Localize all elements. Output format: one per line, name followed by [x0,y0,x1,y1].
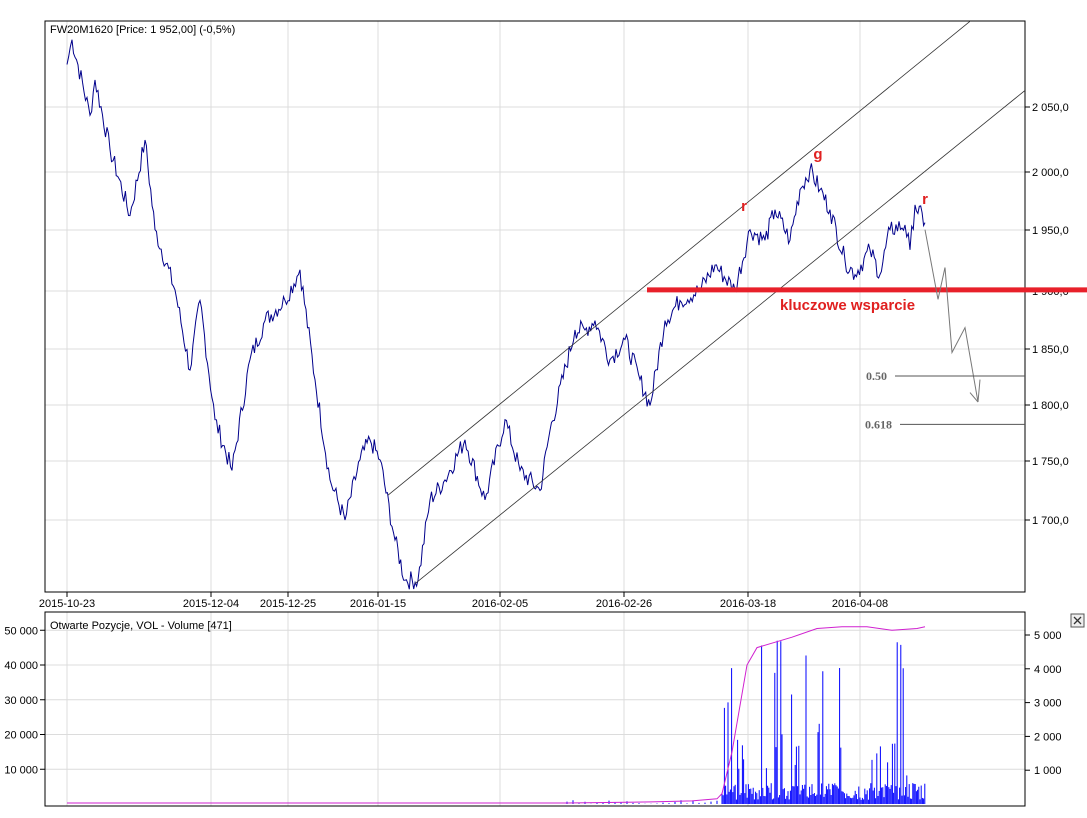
wave-label: r [922,191,928,208]
x-tick-label: 2016-01-15 [350,598,406,610]
left-y-tick-label: 50 000 [4,625,38,637]
x-tick-label: 2016-04-08 [832,598,888,610]
x-tick-label: 2015-10-23 [39,598,95,610]
volume-grid [45,612,1025,806]
wave-label: g [813,146,822,163]
x-tick-label: 2016-03-18 [720,598,776,610]
right-y-tick-label: 1 000 [1034,765,1062,777]
x-tick-label: 2015-12-04 [183,598,239,610]
y-tick-label: 2 000,0 [1032,167,1069,179]
left-y-tick-label: 10 000 [4,764,38,776]
volume-panel-frame [44,611,1026,807]
wave-label: r [741,198,747,215]
support-label: kluczowe wsparcie [780,297,915,314]
y-tick-label: 1 850,0 [1032,344,1069,356]
left-y-tick-label: 40 000 [4,660,38,672]
x-tick-label: 2016-02-26 [596,598,652,610]
price-chart-title: FW20M1620 [Price: 1 952,00] (-0,5%) [50,24,235,36]
left-y-tick-label: 20 000 [4,730,38,742]
y-tick-label: 1 950,0 [1032,225,1069,237]
x-tick-label: 2016-02-05 [472,598,528,610]
y-tick-label: 2 050,0 [1032,102,1069,114]
price-series-line [66,39,926,590]
right-y-tick-label: 3 000 [1034,698,1062,710]
fib-level-label: 0.50 [866,369,887,383]
fib-level-label: 0.618 [865,417,892,431]
left-y-tick-label: 30 000 [4,695,38,707]
right-y-tick-label: 2 000 [1034,731,1062,743]
right-y-tick-label: 5 000 [1034,630,1062,642]
y-tick-label: 1 750,0 [1032,456,1069,468]
lower-channel-line [414,90,1025,585]
chart-canvas: FW20M1620 [Price: 1 952,00] (-0,5%) Otwa… [4,20,1087,807]
volume-chart-title: Otwarte Pozycje, VOL - Volume [471] [50,620,232,632]
y-tick-label: 1 800,0 [1032,400,1069,412]
close-button[interactable] [1070,613,1085,628]
x-tick-label: 2015-12-25 [260,598,316,610]
right-y-tick-label: 4 000 [1034,664,1062,676]
y-tick-label: 1 700,0 [1032,515,1069,527]
